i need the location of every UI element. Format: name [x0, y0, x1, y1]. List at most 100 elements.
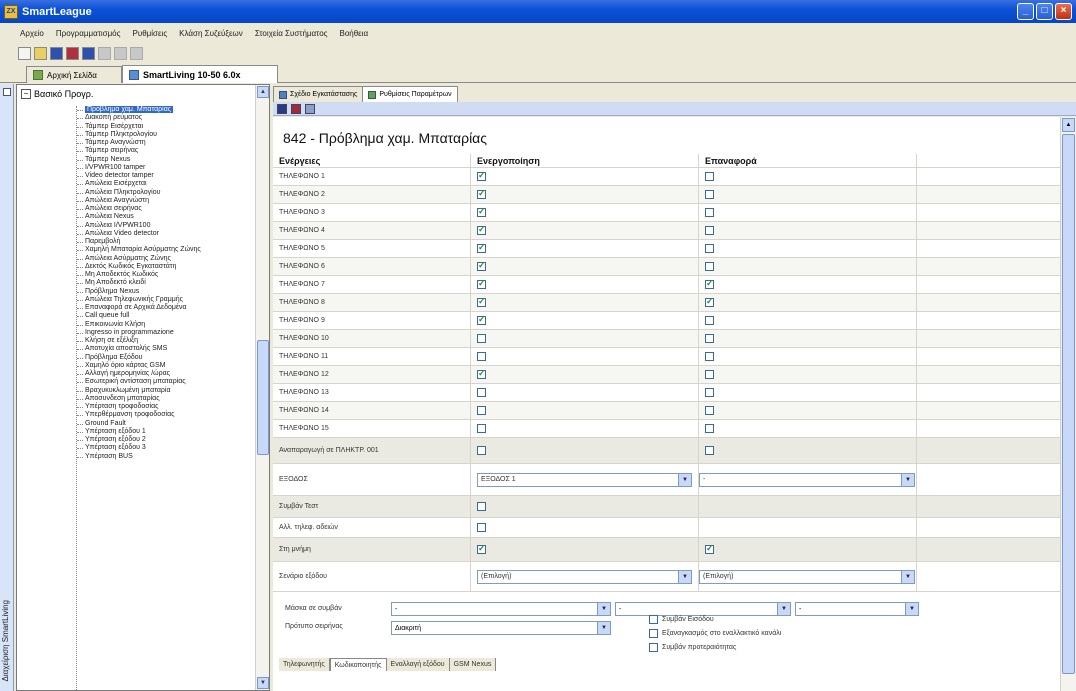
side-strip-label[interactable]: Διαχείριση SmartLiving	[1, 600, 10, 681]
content-scrollbar[interactable]: ▲	[1060, 117, 1076, 691]
tree-item[interactable]: Πρόβλημα χαμ. Μπαταρίας	[77, 106, 263, 114]
phone-restore-checkbox[interactable]	[705, 316, 714, 325]
output-type-activate-select[interactable]: (Επιλογή) ▼	[477, 569, 692, 584]
playback-activate-checkbox[interactable]	[477, 446, 486, 455]
tree-item[interactable]: Υπέρταση εξόδου 1	[77, 428, 263, 436]
mask-select-3[interactable]: - ▼	[795, 602, 919, 616]
phone-restore-checkbox[interactable]	[705, 172, 714, 181]
chevron-down-icon[interactable]: ▼	[777, 603, 790, 615]
close-button[interactable]: ×	[1055, 3, 1072, 20]
read-icon[interactable]	[277, 103, 287, 114]
phone-restore-checkbox[interactable]	[705, 406, 714, 415]
check-input-event[interactable]: Συμβάν Εισόδου	[649, 615, 714, 624]
scroll-down-icon[interactable]: ▼	[257, 677, 269, 689]
scroll-up-icon[interactable]: ▲	[257, 86, 269, 98]
phone-restore-checkbox[interactable]	[705, 226, 714, 235]
open-folder-icon[interactable]	[34, 46, 47, 60]
phone-restore-checkbox[interactable]	[705, 190, 714, 199]
scroll-thumb[interactable]	[257, 340, 269, 455]
tree-item[interactable]: Ingresso in programmazione	[77, 329, 263, 337]
chevron-down-icon[interactable]: ▼	[597, 603, 610, 615]
phone-restore-checkbox[interactable]	[705, 244, 714, 253]
chevron-down-icon[interactable]: ▼	[678, 570, 691, 583]
output-type-restore-select[interactable]: (Επιλογή) ▼	[699, 569, 915, 584]
menu-help[interactable]: Βοήθεια	[340, 29, 369, 38]
tab-output-switch[interactable]: Εναλλαγή εξόδου	[386, 658, 450, 671]
tree-item[interactable]: Εσωτερική αντίσταση μπαταρίας	[77, 378, 263, 386]
disconnect-icon[interactable]	[130, 46, 143, 60]
tree-item[interactable]: Διακοπή ρεύματος	[77, 114, 263, 122]
phone-restore-checkbox[interactable]	[705, 278, 714, 289]
phone-activate-checkbox[interactable]	[477, 368, 486, 379]
output-restore-select[interactable]: - ▼	[699, 472, 915, 487]
tab-dialer[interactable]: Τηλεφωνητής	[279, 658, 330, 671]
refresh-icon[interactable]	[305, 103, 315, 114]
tree-item[interactable]: Απώλεια Εισέρχεται	[77, 180, 263, 188]
phone-restore-checkbox[interactable]	[705, 208, 714, 217]
tree-item[interactable]: Τάμπερ Nexus	[77, 156, 263, 164]
tree-item[interactable]: Υπέρταση εξόδου 3	[77, 444, 263, 452]
phone-activate-checkbox[interactable]	[477, 206, 486, 217]
phone-activate-checkbox[interactable]	[477, 224, 486, 235]
chevron-down-icon[interactable]: ▼	[597, 622, 610, 634]
siren-select[interactable]: Διακριτή ▼	[391, 621, 611, 635]
tree-item[interactable]: Κλήση σε εξέλιξη	[77, 337, 263, 345]
phone-activate-checkbox[interactable]	[477, 296, 486, 307]
phone-restore-checkbox[interactable]	[705, 424, 714, 433]
tree-item[interactable]: Απώλεια σειρήνας	[77, 205, 263, 213]
tab-gsm-nexus[interactable]: GSM Nexus	[449, 658, 497, 671]
connect-icon[interactable]	[114, 46, 127, 60]
tree-item[interactable]: Επαναφορά σε Αρχικά Δεδομένα	[77, 304, 263, 312]
pin-icon[interactable]	[3, 88, 11, 96]
tree-item[interactable]: Πρόβλημα Εξόδου	[77, 354, 263, 362]
check-alt-channel[interactable]: Εξαναγκασμός στο εναλλακτικό κανάλι	[649, 629, 781, 638]
tree-item[interactable]: Υπερθέρμανση τροφοδοσίας	[77, 411, 263, 419]
menu-settings[interactable]: Ρυθμίσεις	[132, 29, 167, 38]
tab-encoder[interactable]: Κωδικοποιητής	[329, 658, 387, 671]
phone-activate-checkbox[interactable]	[477, 242, 486, 253]
menu-file[interactable]: Αρχείο	[20, 29, 44, 38]
tree-item[interactable]: Αποτυχία αποστολής SMS	[77, 345, 263, 353]
test-checkbox[interactable]	[477, 502, 486, 511]
tree-root[interactable]: − Βασικό Προγρ.	[21, 89, 93, 99]
input-event-checkbox[interactable]	[649, 615, 658, 624]
output-activate-select[interactable]: ΕΞΟΔΟΣ 1 ▼	[477, 472, 692, 487]
tree-item[interactable]: Δεκτός Κωδικός Εγκαταστάτη	[77, 263, 263, 271]
phone-activate-checkbox[interactable]	[477, 388, 486, 397]
phone-activate-checkbox[interactable]	[477, 406, 486, 415]
phone-restore-checkbox[interactable]	[705, 352, 714, 361]
chevron-down-icon[interactable]: ▼	[905, 603, 918, 615]
tree-item[interactable]: Απώλεια Αναγνώστη	[77, 197, 263, 205]
tree-item[interactable]: Τάμπερ Αναγνώστη	[77, 139, 263, 147]
phone-restore-checkbox[interactable]	[705, 262, 714, 271]
download-icon[interactable]	[82, 46, 95, 60]
tree-item[interactable]: Απώλεια I/VPWR100	[77, 222, 263, 230]
tree-item[interactable]: Αποσυνδεση μπαταρίας	[77, 395, 263, 403]
minimize-button[interactable]: _	[1017, 3, 1034, 20]
phone-activate-checkbox[interactable]	[477, 170, 486, 181]
scroll-up-icon[interactable]: ▲	[1062, 118, 1075, 132]
tree-item[interactable]: Επικοινωνία Κλήση	[77, 321, 263, 329]
menu-connections[interactable]: Κλάση Συζεύξεων	[179, 29, 243, 38]
tab-installation-plan[interactable]: Σχέδιο Εγκατάστασης	[273, 86, 364, 102]
mask-select-1[interactable]: - ▼	[391, 602, 611, 616]
tree-item[interactable]: Απώλεια Πληκτρολογίου	[77, 189, 263, 197]
tree-item[interactable]: Call queue full	[77, 312, 263, 320]
tree-item[interactable]: Αλλαγή ημερομηνίας /ώρας	[77, 370, 263, 378]
tree-item[interactable]: Υπέρταση τροφοδοσίας	[77, 403, 263, 411]
tree-item[interactable]: Παρεμβολή	[77, 238, 263, 246]
priority-checkbox[interactable]	[649, 643, 658, 652]
tree-item[interactable]: Απώλεια Nexus	[77, 213, 263, 221]
phone-activate-checkbox[interactable]	[477, 334, 486, 343]
phone-activate-checkbox[interactable]	[477, 352, 486, 361]
tree-item[interactable]: Χαμηλή Μπαταρία Ασύρματης Ζώνης	[77, 246, 263, 254]
tab-parameter-settings[interactable]: Ρυθμίσεις Παραμέτρων	[362, 86, 458, 102]
memory-activate-checkbox[interactable]	[477, 543, 486, 554]
phone-restore-checkbox[interactable]	[705, 334, 714, 343]
menu-system-info[interactable]: Στοιχεία Συστήματος	[255, 29, 328, 38]
tree-item[interactable]: Τάμπερ Πληκτρολογίου	[77, 131, 263, 139]
change-checkbox[interactable]	[477, 523, 486, 532]
write-icon[interactable]	[291, 103, 301, 114]
print-icon[interactable]	[98, 46, 111, 60]
tree-item[interactable]: Τάμπερ σειρήνας	[77, 147, 263, 155]
